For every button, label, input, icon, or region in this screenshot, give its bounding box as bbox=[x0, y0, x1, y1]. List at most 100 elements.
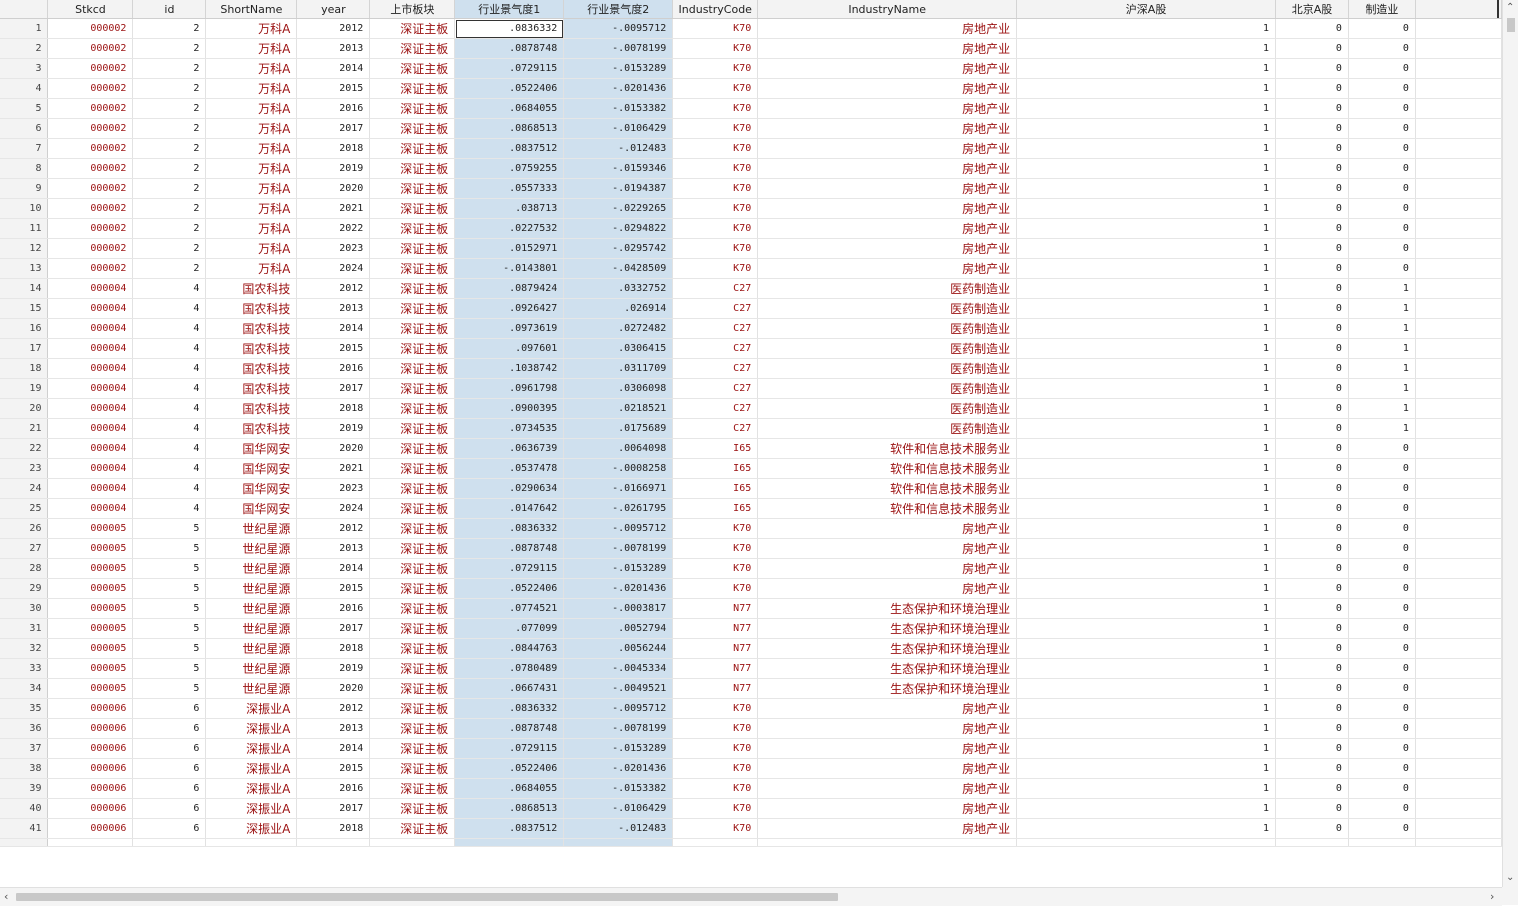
cell-prosperity2[interactable]: -.0153289 bbox=[563, 58, 674, 79]
row-number[interactable]: 38 bbox=[0, 758, 49, 779]
cell-prosperity1[interactable]: .0879424 bbox=[454, 278, 565, 299]
cell-industryname[interactable]: 房地产业 bbox=[757, 538, 1018, 559]
cell-board[interactable]: 深证主板 bbox=[369, 198, 456, 219]
cell-bj-a-share[interactable]: 0 bbox=[1275, 718, 1349, 739]
cell-board[interactable]: 深证主板 bbox=[369, 218, 456, 239]
cell-hs-a-share[interactable]: 1 bbox=[1016, 398, 1276, 419]
cell-manufacturing[interactable]: 0 bbox=[1348, 78, 1416, 99]
cell-board[interactable]: 深证主板 bbox=[369, 818, 456, 839]
cell-stkcd[interactable]: 000005 bbox=[47, 638, 134, 659]
cell-bj-a-share[interactable]: 0 bbox=[1275, 818, 1349, 839]
cell-industrycode[interactable]: K70 bbox=[672, 738, 759, 759]
cell-prosperity2[interactable]: -.0201436 bbox=[563, 578, 674, 599]
cell-industrycode[interactable]: K70 bbox=[672, 518, 759, 539]
cell-stkcd[interactable]: 000005 bbox=[47, 558, 134, 579]
cell-hs-a-share[interactable]: 1 bbox=[1016, 378, 1276, 399]
cell-board[interactable]: 深证主板 bbox=[369, 758, 456, 779]
cell-id[interactable]: 2 bbox=[132, 118, 207, 139]
cell-prosperity1[interactable]: .0147642 bbox=[454, 498, 565, 519]
cell-prosperity2[interactable]: -.0159346 bbox=[563, 158, 674, 179]
cell-year[interactable]: 2023 bbox=[296, 238, 371, 259]
cell-prosperity2[interactable]: -.0078199 bbox=[563, 38, 674, 59]
cell-industrycode[interactable]: K70 bbox=[672, 218, 759, 239]
cell-prosperity2[interactable]: -.0078199 bbox=[563, 538, 674, 559]
cell-industrycode[interactable]: K70 bbox=[672, 718, 759, 739]
chevron-up-icon[interactable]: ⌃ bbox=[1506, 2, 1514, 13]
cell-industrycode[interactable]: N77 bbox=[672, 598, 759, 619]
cell-shortname[interactable]: 万科A bbox=[205, 118, 298, 139]
cell-hs-a-share[interactable]: 1 bbox=[1016, 298, 1276, 319]
cell-shortname[interactable]: 深振业A bbox=[205, 698, 298, 719]
column-header-manufacturing[interactable]: 制造业 bbox=[1348, 0, 1416, 19]
cell-stkcd[interactable]: 000004 bbox=[47, 278, 134, 299]
cell-industrycode[interactable]: N77 bbox=[672, 678, 759, 699]
cell-hs-a-share[interactable]: 1 bbox=[1016, 358, 1276, 379]
cell-prosperity2[interactable]: -.0428509 bbox=[563, 258, 674, 279]
cell-year[interactable]: 2014 bbox=[296, 58, 371, 79]
cell-shortname[interactable]: 国农科技 bbox=[205, 378, 298, 399]
cell-industrycode[interactable]: C27 bbox=[672, 318, 759, 339]
cell-shortname[interactable]: 世纪星源 bbox=[205, 538, 298, 559]
cell-manufacturing[interactable]: 0 bbox=[1348, 238, 1416, 259]
cell-board[interactable]: 深证主板 bbox=[369, 38, 456, 59]
cell-shortname[interactable]: 世纪星源 bbox=[205, 618, 298, 639]
cell-manufacturing[interactable]: 0 bbox=[1348, 818, 1416, 839]
cell-industrycode[interactable]: C27 bbox=[672, 358, 759, 379]
cell-industryname[interactable]: 房地产业 bbox=[757, 118, 1018, 139]
cell-shortname[interactable]: 国华网安 bbox=[205, 438, 298, 459]
cell-manufacturing[interactable]: 0 bbox=[1348, 58, 1416, 79]
cell-prosperity2[interactable]: -.0194387 bbox=[563, 178, 674, 199]
cell-hs-a-share[interactable]: 1 bbox=[1016, 778, 1276, 799]
cell-hs-a-share[interactable]: 1 bbox=[1016, 498, 1276, 519]
cell-stkcd[interactable]: 000004 bbox=[47, 438, 134, 459]
cell-manufacturing[interactable]: 0 bbox=[1348, 138, 1416, 159]
row-number[interactable]: 1 bbox=[0, 18, 49, 39]
cell-prosperity1[interactable]: .0837512 bbox=[454, 138, 565, 159]
cell-prosperity2[interactable]: -.0095712 bbox=[563, 698, 674, 719]
cell-stkcd[interactable]: 000002 bbox=[47, 138, 134, 159]
cell-prosperity2[interactable]: .0311709 bbox=[563, 358, 674, 379]
cell-id[interactable]: 4 bbox=[132, 478, 207, 499]
cell-id[interactable]: 5 bbox=[132, 638, 207, 659]
row-number[interactable]: 29 bbox=[0, 578, 49, 599]
cell-manufacturing[interactable]: 1 bbox=[1348, 398, 1416, 419]
horizontal-scrollbar[interactable]: ‹ › bbox=[0, 887, 1502, 906]
cell-bj-a-share[interactable]: 0 bbox=[1275, 698, 1349, 719]
cell-industrycode[interactable]: C27 bbox=[672, 298, 759, 319]
data-grid[interactable]: Stkcd id ShortName year 上市板块 行业景气度1 行业景气… bbox=[0, 0, 1502, 887]
cell-id[interactable]: 5 bbox=[132, 658, 207, 679]
cell-manufacturing[interactable]: 1 bbox=[1348, 418, 1416, 439]
cell-hs-a-share[interactable]: 1 bbox=[1016, 458, 1276, 479]
cell-stkcd[interactable]: 000006 bbox=[47, 758, 134, 779]
cell-manufacturing[interactable]: 0 bbox=[1348, 578, 1416, 599]
cell-board[interactable]: 深证主板 bbox=[369, 638, 456, 659]
cell-bj-a-share[interactable]: 0 bbox=[1275, 18, 1349, 39]
cell-manufacturing[interactable]: 0 bbox=[1348, 698, 1416, 719]
cell-industrycode[interactable]: K70 bbox=[672, 118, 759, 139]
cell-id[interactable]: 4 bbox=[132, 378, 207, 399]
cell-id[interactable]: 4 bbox=[132, 298, 207, 319]
cell-board[interactable]: 深证主板 bbox=[369, 18, 456, 39]
cell-prosperity1[interactable]: .0900395 bbox=[454, 398, 565, 419]
cell-prosperity2[interactable]: .0332752 bbox=[563, 278, 674, 299]
cell-shortname[interactable]: 万科A bbox=[205, 198, 298, 219]
cell-industrycode[interactable]: K70 bbox=[672, 538, 759, 559]
cell-id[interactable]: 6 bbox=[132, 818, 207, 839]
cell-industrycode[interactable]: I65 bbox=[672, 498, 759, 519]
cell-industrycode[interactable]: K70 bbox=[672, 198, 759, 219]
horizontal-scroll-thumb[interactable] bbox=[16, 893, 838, 901]
cell-manufacturing[interactable]: 0 bbox=[1348, 198, 1416, 219]
cell-stkcd[interactable]: 000004 bbox=[47, 378, 134, 399]
cell-bj-a-share[interactable]: 0 bbox=[1275, 338, 1349, 359]
cell-prosperity2[interactable]: .0056244 bbox=[563, 638, 674, 659]
cell-prosperity2[interactable]: -.012483 bbox=[563, 138, 674, 159]
cell-industrycode[interactable]: N77 bbox=[672, 658, 759, 679]
cell-id[interactable]: 4 bbox=[132, 338, 207, 359]
cell-prosperity1[interactable]: .0868513 bbox=[454, 798, 565, 819]
row-number[interactable]: 4 bbox=[0, 78, 49, 99]
chevron-right-icon[interactable]: › bbox=[1490, 890, 1494, 903]
cell-hs-a-share[interactable]: 1 bbox=[1016, 118, 1276, 139]
cell-id[interactable]: 5 bbox=[132, 598, 207, 619]
cell-id[interactable]: 2 bbox=[132, 18, 207, 39]
cell-shortname[interactable]: 世纪星源 bbox=[205, 558, 298, 579]
